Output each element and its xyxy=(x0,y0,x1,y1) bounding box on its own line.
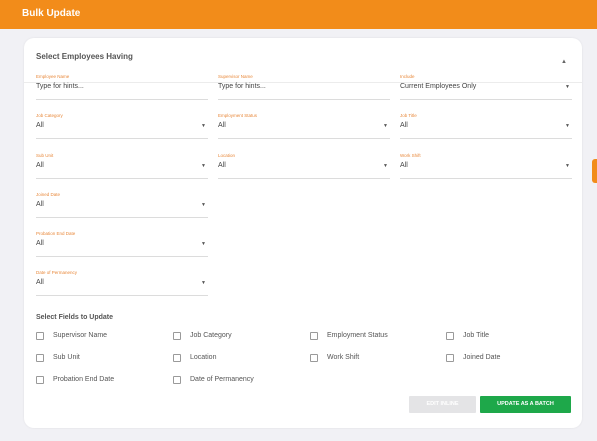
select-value: Current Employees Only xyxy=(400,83,477,90)
checkbox-label: Joined Date xyxy=(463,354,501,361)
checkbox[interactable] xyxy=(173,332,181,340)
checkbox[interactable] xyxy=(36,332,44,340)
select-value: All xyxy=(218,162,226,169)
select-value: All xyxy=(36,201,44,208)
dropdown-arrow-icon: ▼ xyxy=(201,123,206,129)
field-underline xyxy=(36,178,208,179)
select-value: All xyxy=(400,122,408,129)
field-label: Probation End Date xyxy=(36,231,76,236)
select-value: All xyxy=(218,122,226,129)
employment-status-select[interactable]: Employment Status All ▼ xyxy=(218,113,390,143)
update-as-batch-button[interactable]: UPDATE AS A BATCH xyxy=(480,396,571,413)
supervisor-name-field[interactable]: Supervisor Name Type for hints... xyxy=(218,74,390,104)
checkbox-label: Employment Status xyxy=(327,332,388,339)
checkbox-label: Job Title xyxy=(463,332,490,339)
employee-name-field[interactable]: Employee Name Type for hints... xyxy=(36,74,208,104)
supervisor-name-input[interactable]: Type for hints... xyxy=(218,83,266,90)
date-of-permanency-select[interactable]: Date of Permanency All ▼ xyxy=(36,270,208,300)
checkbox[interactable] xyxy=(173,354,181,362)
edit-inline-button[interactable]: EDIT INLINE xyxy=(409,396,476,413)
checkbox-label: Job Category xyxy=(190,332,232,339)
field-underline xyxy=(36,256,208,257)
field-underline xyxy=(218,138,390,139)
filters-title: Select Employees Having xyxy=(36,52,133,61)
dropdown-arrow-icon: ▼ xyxy=(383,163,388,169)
select-value: All xyxy=(36,122,44,129)
field-underline xyxy=(400,99,572,100)
dropdown-arrow-icon: ▼ xyxy=(201,202,206,208)
select-value: All xyxy=(400,162,408,169)
field-label: Date of Permanency xyxy=(36,270,78,275)
checkbox-label: Location xyxy=(190,354,217,361)
checkbox[interactable] xyxy=(36,354,44,362)
field-label: Sub Unit xyxy=(36,153,54,158)
checkbox[interactable] xyxy=(36,376,44,384)
probation-end-date-select[interactable]: Probation End Date All ▼ xyxy=(36,231,208,261)
field-label: Supervisor Name xyxy=(218,74,253,79)
field-underline xyxy=(36,138,208,139)
checkbox-label: Supervisor Name xyxy=(53,332,108,339)
top-bar: Bulk Update xyxy=(0,0,597,29)
field-underline xyxy=(218,178,390,179)
dropdown-arrow-icon: ▼ xyxy=(201,163,206,169)
field-label: Employment Status xyxy=(218,113,258,118)
field-underline xyxy=(400,138,572,139)
field-label: Joined Date xyxy=(36,192,61,197)
dropdown-arrow-icon: ▼ xyxy=(201,241,206,247)
job-title-select[interactable]: Job Title All ▼ xyxy=(400,113,572,143)
joined-date-select[interactable]: Joined Date All ▼ xyxy=(36,192,208,222)
page-title: Bulk Update xyxy=(22,8,81,19)
field-label: Include xyxy=(400,74,415,79)
field-underline xyxy=(36,99,208,100)
chevron-up-icon[interactable]: ▲ xyxy=(561,59,567,65)
field-label: Job Title xyxy=(400,113,417,118)
dropdown-arrow-icon: ▼ xyxy=(383,123,388,129)
include-select[interactable]: Include Current Employees Only ▼ xyxy=(400,74,572,104)
field-underline xyxy=(36,295,208,296)
location-select[interactable]: Location All ▼ xyxy=(218,153,390,183)
job-category-select[interactable]: Job Category All ▼ xyxy=(36,113,208,143)
checkbox-label: Probation End Date xyxy=(53,376,115,383)
update-fields-title: Select Fields to Update xyxy=(36,314,114,321)
field-underline xyxy=(400,178,572,179)
checkbox[interactable] xyxy=(173,376,181,384)
select-value: All xyxy=(36,240,44,247)
checkbox[interactable] xyxy=(446,354,454,362)
field-underline xyxy=(36,217,208,218)
field-label: Job Category xyxy=(36,113,63,118)
select-value: All xyxy=(36,162,44,169)
checkbox-label: Date of Permanency xyxy=(190,376,254,383)
field-underline xyxy=(218,99,390,100)
dropdown-arrow-icon: ▼ xyxy=(201,280,206,286)
checkbox-label: Work Shift xyxy=(327,354,360,361)
field-label: Location xyxy=(218,153,236,158)
employee-name-input[interactable]: Type for hints... xyxy=(36,83,84,90)
field-label: Work Shift xyxy=(400,153,421,158)
bulk-update-card: Select Employees Having ▲ Employee Name … xyxy=(24,38,582,428)
checkbox[interactable] xyxy=(446,332,454,340)
side-panel-tab[interactable] xyxy=(592,159,597,183)
checkbox-label: Sub Unit xyxy=(53,354,80,361)
work-shift-select[interactable]: Work Shift All ▼ xyxy=(400,153,572,183)
sub-unit-select[interactable]: Sub Unit All ▼ xyxy=(36,153,208,183)
checkbox[interactable] xyxy=(310,354,318,362)
dropdown-arrow-icon: ▼ xyxy=(565,84,570,90)
checkbox[interactable] xyxy=(310,332,318,340)
select-value: All xyxy=(36,279,44,286)
dropdown-arrow-icon: ▼ xyxy=(565,123,570,129)
field-label: Employee Name xyxy=(36,74,70,79)
dropdown-arrow-icon: ▼ xyxy=(565,163,570,169)
